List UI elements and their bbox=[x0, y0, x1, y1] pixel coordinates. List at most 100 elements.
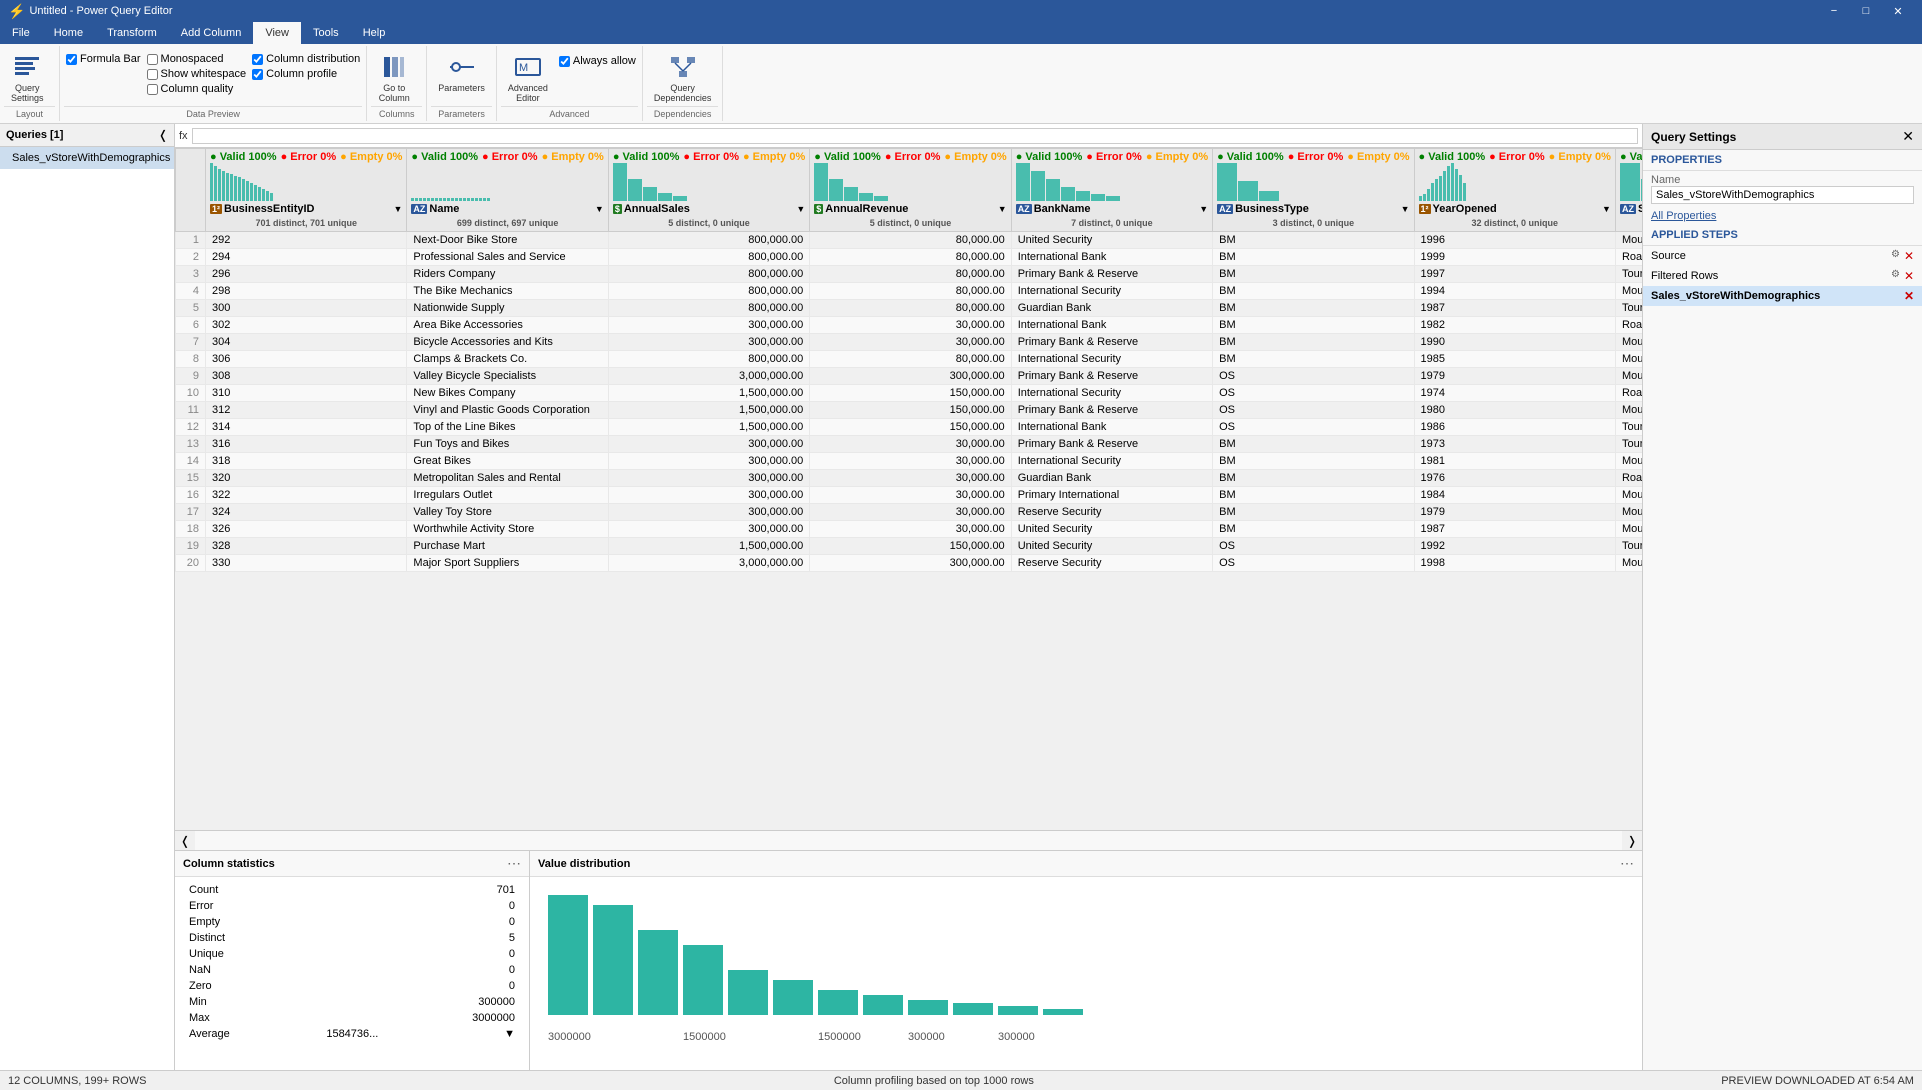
tab-transform[interactable]: Transform bbox=[95, 22, 169, 44]
tab-home[interactable]: Home bbox=[42, 22, 95, 44]
column-quality-check[interactable] bbox=[147, 84, 158, 95]
goto-column-button[interactable]: Go toColumn bbox=[371, 48, 417, 106]
table-row[interactable]: 18326Worthwhile Activity Store300,000.00… bbox=[176, 521, 1643, 538]
scroll-left-button[interactable]: ❬ bbox=[175, 831, 195, 850]
right-panel-close-button[interactable]: ✕ bbox=[1902, 128, 1914, 145]
filter-icon-sales[interactable]: ▼ bbox=[796, 204, 805, 214]
applied-step-filtered-rows[interactable]: Filtered Rows ⚙ ✕ bbox=[1643, 266, 1922, 286]
mini-bars-sales bbox=[613, 163, 805, 201]
empty-btype: ● Empty 0% bbox=[1347, 151, 1409, 163]
queries-collapse-button[interactable]: ❬ bbox=[158, 128, 168, 142]
val-dist-menu-button[interactable]: ⋯ bbox=[1620, 855, 1634, 872]
table-row[interactable]: 13316Fun Toys and Bikes300,000.0030,000.… bbox=[176, 436, 1643, 453]
table-row[interactable]: 3296Riders Company800,000.0080,000.00Pri… bbox=[176, 266, 1643, 283]
parameters-button[interactable]: Parameters bbox=[431, 48, 492, 96]
tab-help[interactable]: Help bbox=[351, 22, 398, 44]
query-settings-button[interactable]: QuerySettings bbox=[4, 48, 51, 106]
query-dependencies-button[interactable]: QueryDependencies bbox=[647, 48, 719, 106]
table-cell: 30,000.00 bbox=[810, 334, 1011, 351]
table-row[interactable]: 11312Vinyl and Plastic Goods Corporation… bbox=[176, 402, 1643, 419]
col-type-name-year: 1² YearOpened bbox=[1419, 203, 1497, 215]
show-whitespace-check[interactable] bbox=[147, 69, 158, 80]
applied-step-sales-vstore[interactable]: Sales_vStoreWithDemographics ✕ bbox=[1643, 286, 1922, 306]
table-row[interactable]: 8306Clamps & Brackets Co.800,000.0080,00… bbox=[176, 351, 1643, 368]
tab-file[interactable]: File bbox=[0, 22, 42, 44]
column-profile-check[interactable] bbox=[252, 69, 263, 80]
table-row[interactable]: 2294Professional Sales and Service800,00… bbox=[176, 249, 1643, 266]
column-distribution-checkbox[interactable]: Column distribution bbox=[250, 52, 362, 66]
table-row[interactable]: 6302Area Bike Accessories300,000.0030,00… bbox=[176, 317, 1643, 334]
ribbon-group-dependencies: QueryDependencies Dependencies bbox=[643, 46, 724, 121]
table-row[interactable]: 9308Valley Bicycle Specialists3,000,000.… bbox=[176, 368, 1643, 385]
table-row[interactable]: 4298The Bike Mechanics800,000.0080,000.0… bbox=[176, 283, 1643, 300]
name-prop-input[interactable] bbox=[1651, 186, 1914, 204]
table-cell: Worthwhile Activity Store bbox=[407, 521, 608, 538]
advanced-editor-button[interactable]: M AdvancedEditor bbox=[501, 48, 555, 106]
table-row[interactable]: 14318Great Bikes300,000.0030,000.00Inter… bbox=[176, 453, 1643, 470]
filter-icon-year[interactable]: ▼ bbox=[1602, 204, 1611, 214]
step-source-delete-icon[interactable]: ✕ bbox=[1904, 249, 1914, 263]
col-stats-revenue: ● Valid 100% ● Error 0% ● Empty 0% bbox=[814, 151, 1006, 163]
col-name-specialty: Specialty bbox=[1638, 203, 1642, 215]
step-filtered-rows-gear-icon[interactable]: ⚙ bbox=[1891, 269, 1900, 283]
all-properties-link[interactable]: All Properties bbox=[1651, 210, 1716, 222]
tab-tools[interactable]: Tools bbox=[301, 22, 351, 44]
table-row[interactable]: 12314Top of the Line Bikes1,500,000.0015… bbox=[176, 419, 1643, 436]
minimize-button[interactable]: − bbox=[1818, 0, 1850, 22]
bottom-panel: Column statistics ⋯ Count701 Error0 Empt… bbox=[175, 850, 1642, 1070]
monospaced-checkbox[interactable]: Monospaced bbox=[145, 52, 249, 66]
grid-scroll-container[interactable]: ● Valid 100% ● Error 0% ● Empty 0% bbox=[175, 148, 1642, 830]
close-button[interactable]: ✕ bbox=[1882, 0, 1914, 22]
x-label-2: 1500000 bbox=[683, 1031, 726, 1043]
table-cell: Next-Door Bike Store bbox=[407, 232, 608, 249]
column-quality-checkbox[interactable]: Column quality bbox=[145, 82, 249, 96]
monospaced-check[interactable] bbox=[147, 54, 158, 65]
type-icon-btype: AZ bbox=[1217, 204, 1233, 214]
filter-icon-name[interactable]: ▼ bbox=[595, 204, 604, 214]
table-row[interactable]: 17324Valley Toy Store300,000.0030,000.00… bbox=[176, 504, 1643, 521]
tab-add-column[interactable]: Add Column bbox=[169, 22, 254, 44]
table-row[interactable]: 15320Metropolitan Sales and Rental300,00… bbox=[176, 470, 1643, 487]
table-row[interactable]: 1292Next-Door Bike Store800,000.0080,000… bbox=[176, 232, 1643, 249]
query-settings-icon bbox=[11, 51, 43, 83]
col-header-annualsales: ● Valid 100% ● Error 0% ● Empty 0% bbox=[608, 149, 809, 232]
filter-icon-btype[interactable]: ▼ bbox=[1401, 204, 1410, 214]
scroll-right-button[interactable]: ❭ bbox=[1622, 831, 1642, 850]
tab-view[interactable]: View bbox=[253, 22, 301, 44]
column-distribution-check[interactable] bbox=[252, 54, 263, 65]
expand-average-icon[interactable]: ▼ bbox=[504, 1028, 515, 1040]
formula-bar-check[interactable] bbox=[66, 54, 77, 65]
step-sales-vstore-delete-icon[interactable]: ✕ bbox=[1904, 289, 1914, 303]
table-row[interactable]: 19328Purchase Mart1,500,000.00150,000.00… bbox=[176, 538, 1643, 555]
table-row[interactable]: 5300Nationwide Supply800,000.0080,000.00… bbox=[176, 300, 1643, 317]
mini-bar bbox=[1016, 163, 1030, 201]
table-row[interactable]: 16322Irregulars Outlet300,000.0030,000.0… bbox=[176, 487, 1643, 504]
formula-bar-checkbox[interactable]: Formula Bar bbox=[64, 52, 143, 66]
col-stats-menu-button[interactable]: ⋯ bbox=[507, 855, 521, 872]
table-cell: International Security bbox=[1011, 453, 1212, 470]
table-row[interactable]: 20330Major Sport Suppliers3,000,000.0030… bbox=[176, 555, 1643, 572]
column-profile-checkbox[interactable]: Column profile bbox=[250, 67, 362, 81]
applied-step-source[interactable]: Source ⚙ ✕ bbox=[1643, 246, 1922, 266]
maximize-button[interactable]: □ bbox=[1850, 0, 1882, 22]
col-header-content-revenue: ● Valid 100% ● Error 0% ● Empty 0% bbox=[814, 151, 1006, 229]
filter-icon-id[interactable]: ▼ bbox=[394, 204, 403, 214]
step-filtered-rows-delete-icon[interactable]: ✕ bbox=[1904, 269, 1914, 283]
query-item-sales[interactable]: Sales_vStoreWithDemographics bbox=[0, 147, 174, 169]
filter-icon-revenue[interactable]: ▼ bbox=[998, 204, 1007, 214]
filter-icon-bank[interactable]: ▼ bbox=[1199, 204, 1208, 214]
col-name-bank: BankName bbox=[1034, 203, 1091, 215]
stats-scroll[interactable]: Count701 Error0 Empty0 Distinct5 Unique0… bbox=[175, 877, 529, 1057]
step-sales-vstore-actions: ✕ bbox=[1904, 289, 1914, 303]
table-row[interactable]: 7304Bicycle Accessories and Kits300,000.… bbox=[176, 334, 1643, 351]
always-allow-check[interactable] bbox=[559, 56, 570, 67]
show-whitespace-checkbox[interactable]: Show whitespace bbox=[145, 67, 249, 81]
table-cell: 800,000.00 bbox=[608, 266, 809, 283]
step-source-gear-icon[interactable]: ⚙ bbox=[1891, 249, 1900, 263]
always-allow-checkbox[interactable]: Always allow bbox=[557, 54, 638, 68]
formula-bar-input[interactable] bbox=[192, 128, 1638, 144]
table-row[interactable]: 10310New Bikes Company1,500,000.00150,00… bbox=[176, 385, 1643, 402]
mini-bar bbox=[1427, 189, 1430, 201]
col-header-top-revenue: $ AnnualRevenue ▼ bbox=[814, 201, 1006, 217]
table-cell: OS bbox=[1213, 402, 1414, 419]
